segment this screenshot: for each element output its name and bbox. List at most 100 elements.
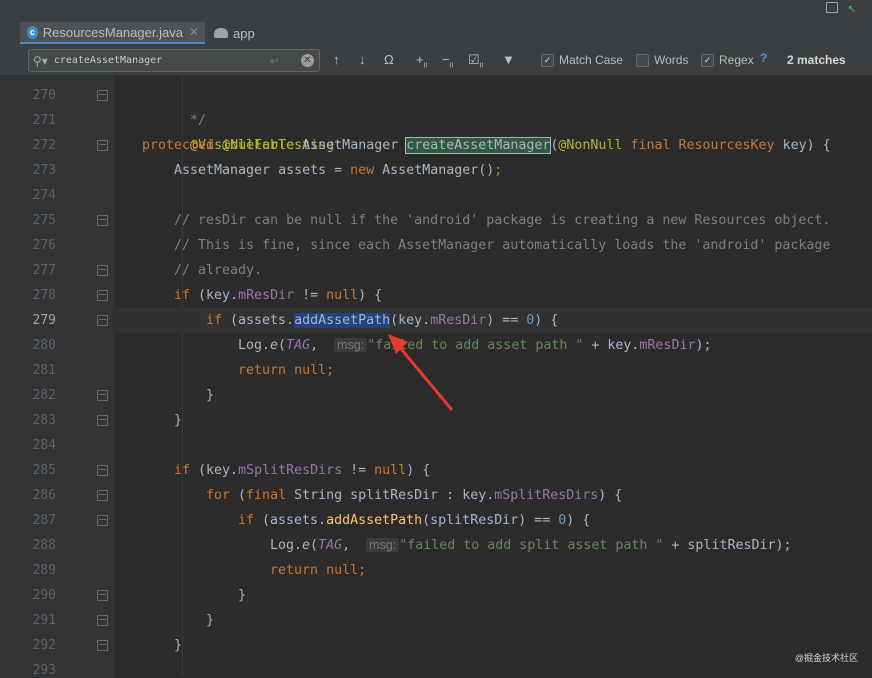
tab-resources-manager[interactable]: c ResourcesManager.java ✕ xyxy=(20,22,205,44)
code-line-290: } xyxy=(238,588,247,603)
match-case-option[interactable]: ✓ Match Case xyxy=(541,53,623,67)
fold-marker-icon[interactable] xyxy=(97,90,108,101)
line-number: 275 xyxy=(32,213,56,228)
fold-marker-icon[interactable] xyxy=(97,265,108,276)
enter-icon: ↵ xyxy=(269,53,280,68)
line-number: 273 xyxy=(32,163,56,178)
add-selection-icon[interactable]: +II xyxy=(416,52,427,70)
clear-search-icon[interactable]: ✕ xyxy=(301,54,314,67)
match-count: 2 matches xyxy=(787,53,846,67)
words-label: Words xyxy=(654,53,689,67)
tab-app[interactable]: app xyxy=(208,22,268,44)
search-field-container: ⚲▾ ↵ ✕ xyxy=(28,49,320,72)
code-line-292: } xyxy=(174,638,183,653)
line-number: 287 xyxy=(32,513,56,528)
line-number: 274 xyxy=(32,188,56,203)
line-number: 278 xyxy=(32,288,56,303)
select-all-occurrences-icon[interactable]: ☑II xyxy=(468,52,484,70)
line-number: 291 xyxy=(32,613,56,628)
regex-option[interactable]: ✓ Regex xyxy=(701,53,754,67)
regex-label: Regex xyxy=(719,53,754,67)
code-line-278: if (key.mResDir != null) { xyxy=(174,288,383,303)
previous-occurrence-button[interactable]: ↑ xyxy=(333,52,340,67)
line-number: 283 xyxy=(32,413,56,428)
code-line-277: // already. xyxy=(174,263,263,278)
code-line-280: Log.e(TAG, msg: "failed to add asset path… xyxy=(238,338,712,353)
line-number: 286 xyxy=(32,488,56,503)
words-option[interactable]: Words xyxy=(636,53,688,67)
line-number: 271 xyxy=(32,113,56,128)
line-number: 292 xyxy=(32,638,56,653)
java-class-icon: c xyxy=(27,25,38,39)
code-line-270: */ xyxy=(190,113,207,128)
code-line-275: // resDir can be null if the 'android' p… xyxy=(174,213,831,228)
remove-selection-icon[interactable]: −II xyxy=(442,52,453,70)
search-input[interactable] xyxy=(51,54,266,67)
line-number: 280 xyxy=(32,338,56,353)
regex-help-link[interactable]: ? xyxy=(760,51,767,65)
android-icon xyxy=(214,28,228,38)
tab-label: app xyxy=(233,25,255,41)
line-number: 270 xyxy=(32,88,56,103)
code-line-283: } xyxy=(174,413,183,428)
line-number: 272 xyxy=(32,138,56,153)
line-number: 279 xyxy=(32,313,56,328)
line-number: 288 xyxy=(32,538,56,553)
words-checkbox[interactable] xyxy=(636,53,649,67)
fold-marker-icon[interactable] xyxy=(97,315,108,326)
code-line-285: if (key.mSplitResDirs != null) { xyxy=(174,463,431,478)
close-icon[interactable]: ✕ xyxy=(189,25,199,39)
code-editor[interactable]: 270 271 272 273 274 275 276 277 278 279 280 281 282 2… xyxy=(0,76,872,678)
find-toolbar: ⚲▾ ↵ ✕ ↑ ↓ Ω +II −II ☑II ▼ ✓ Match Case … xyxy=(0,45,872,76)
selected-text: addAssetPath xyxy=(294,313,391,328)
top-right-toolbar: ↖ xyxy=(825,0,856,16)
fold-marker-icon[interactable] xyxy=(97,615,108,626)
line-number: 285 xyxy=(32,463,56,478)
regex-checkbox[interactable]: ✓ xyxy=(701,53,714,67)
fold-marker-icon[interactable] xyxy=(97,415,108,426)
fold-marker-icon[interactable] xyxy=(97,290,108,301)
line-number-gutter: 270 271 272 273 274 275 276 277 278 279 280 281 282 2… xyxy=(14,76,114,678)
fold-marker-icon[interactable] xyxy=(97,515,108,526)
search-match-highlight: createAssetManager xyxy=(405,137,552,154)
code-line-276: // This is fine, since each AssetManager… xyxy=(174,238,831,253)
code-line-282: } xyxy=(206,388,215,403)
find-all-icon[interactable]: Ω xyxy=(384,52,394,67)
code-line-291: } xyxy=(206,613,215,628)
line-number: 289 xyxy=(32,563,56,578)
match-case-label: Match Case xyxy=(559,53,624,67)
fold-marker-icon[interactable] xyxy=(97,140,108,151)
code-area[interactable]: */ @VisibleForTesting protected @Nullabl… xyxy=(114,76,872,678)
filter-icon[interactable]: ▼ xyxy=(502,52,515,67)
next-occurrence-button[interactable]: ↓ xyxy=(359,52,366,67)
line-number: 281 xyxy=(32,363,56,378)
parameter-hint: msg: xyxy=(334,338,368,352)
parameter-hint: msg: xyxy=(366,538,400,552)
code-line-286: for (final String splitResDir : key.mSpl… xyxy=(206,488,623,503)
fold-marker-icon[interactable] xyxy=(97,465,108,476)
tab-label: ResourcesManager.java xyxy=(42,24,183,40)
match-case-checkbox[interactable]: ✓ xyxy=(541,53,554,67)
line-number: 276 xyxy=(32,238,56,253)
fold-marker-icon[interactable] xyxy=(97,215,108,226)
build-icon[interactable]: ↖ xyxy=(848,0,856,16)
line-number: 290 xyxy=(32,588,56,603)
code-line-279: if (assets.addAssetPath(key.mResDir) == … xyxy=(114,308,872,333)
line-number: 282 xyxy=(32,388,56,403)
watermark: @掘金技术社区 xyxy=(794,653,858,663)
code-line-272: protected @Nullable AssetManager createA… xyxy=(142,137,831,154)
code-line-273: AssetManager assets = new AssetManager()… xyxy=(174,163,503,178)
code-line-271: @VisibleForTesting xyxy=(190,138,335,153)
fold-marker-icon[interactable] xyxy=(97,490,108,501)
line-number: 293 xyxy=(32,663,56,678)
code-line-287: if (assets.addAssetPath(splitResDir) == … xyxy=(238,513,591,528)
window-icon[interactable] xyxy=(825,2,838,13)
code-line-288: Log.e(TAG, msg: "failed to add split asse… xyxy=(270,538,792,553)
fold-marker-icon[interactable] xyxy=(97,590,108,601)
line-number: 284 xyxy=(32,438,56,453)
line-number: 277 xyxy=(32,263,56,278)
search-icon[interactable]: ⚲▾ xyxy=(29,54,52,68)
fold-marker-icon[interactable] xyxy=(97,640,108,651)
tool-window-strip xyxy=(0,76,14,678)
fold-marker-icon[interactable] xyxy=(97,390,108,401)
